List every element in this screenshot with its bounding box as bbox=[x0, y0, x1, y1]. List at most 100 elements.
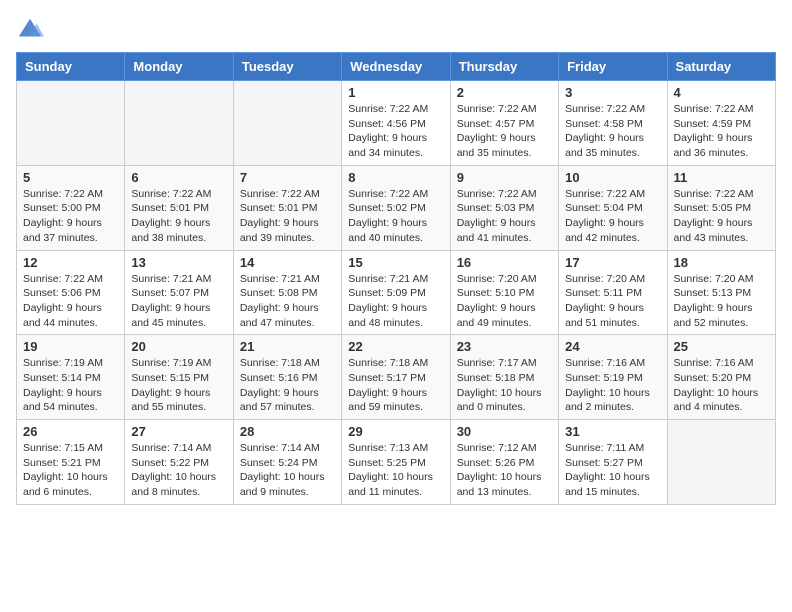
weekday-header-tuesday: Tuesday bbox=[233, 53, 341, 81]
calendar-day: 15 Sunrise: 7:21 AMSunset: 5:09 PMDayligh… bbox=[342, 250, 450, 335]
calendar-table: SundayMondayTuesdayWednesdayThursdayFrid… bbox=[16, 52, 776, 505]
calendar-day: 2Sunrise: 7:22 AMSunset: 4:57 PMDaylight… bbox=[450, 81, 558, 166]
calendar-day: 24 Sunrise: 7:16 AMSunset: 5:19 PMDayligh… bbox=[559, 335, 667, 420]
day-info: Sunrise: 7:19 AMSunset: 5:15 PMDaylight:… bbox=[131, 356, 226, 415]
calendar-day: 28Sunrise: 7:14 AMSunset: 5:24 PMDayligh… bbox=[233, 420, 341, 505]
day-info: Sunrise: 7:14 AMSunset: 5:24 PMDaylight:… bbox=[240, 441, 335, 500]
day-info: Sunrise: 7:15 AMSunset: 5:21 PMDaylight:… bbox=[23, 441, 118, 500]
calendar-day: 31Sunrise: 7:11 AMSunset: 5:27 PMDayligh… bbox=[559, 420, 667, 505]
calendar-day bbox=[233, 81, 341, 166]
day-info: Sunrise: 7:14 AMSunset: 5:22 PMDaylight:… bbox=[131, 441, 226, 500]
calendar-week-4: 19 Sunrise: 7:19 AMSunset: 5:14 PMDayligh… bbox=[17, 335, 776, 420]
day-info: Sunrise: 7:22 AMSunset: 5:04 PMDaylight:… bbox=[565, 187, 660, 246]
calendar-day: 17Sunrise: 7:20 AMSunset: 5:11 PMDayligh… bbox=[559, 250, 667, 335]
day-number: 5 bbox=[23, 170, 118, 185]
day-number: 4 bbox=[674, 85, 769, 100]
day-number: 23 bbox=[457, 339, 552, 354]
logo-icon bbox=[16, 16, 44, 44]
day-number: 10 bbox=[565, 170, 660, 185]
calendar-day bbox=[17, 81, 125, 166]
day-info: Sunrise: 7:21 AMSunset: 5:09 PMDaylight:… bbox=[348, 272, 443, 331]
calendar-day: 30Sunrise: 7:12 AMSunset: 5:26 PMDayligh… bbox=[450, 420, 558, 505]
calendar-day: 16Sunrise: 7:20 AMSunset: 5:10 PMDayligh… bbox=[450, 250, 558, 335]
day-info: Sunrise: 7:11 AMSunset: 5:27 PMDaylight:… bbox=[565, 441, 660, 500]
day-number: 1 bbox=[348, 85, 443, 100]
calendar-day: 20 Sunrise: 7:19 AMSunset: 5:15 PMDayligh… bbox=[125, 335, 233, 420]
day-info: Sunrise: 7:22 AMSunset: 5:02 PMDaylight:… bbox=[348, 187, 443, 246]
calendar-day: 4 Sunrise: 7:22 AMSunset: 4:59 PMDaylight… bbox=[667, 81, 775, 166]
calendar-day: 18 Sunrise: 7:20 AMSunset: 5:13 PMDayligh… bbox=[667, 250, 775, 335]
day-info: Sunrise: 7:22 AMSunset: 5:06 PMDaylight:… bbox=[23, 272, 118, 331]
day-number: 29 bbox=[348, 424, 443, 439]
calendar-day: 10 Sunrise: 7:22 AMSunset: 5:04 PMDayligh… bbox=[559, 165, 667, 250]
day-info: Sunrise: 7:18 AMSunset: 5:16 PMDaylight:… bbox=[240, 356, 335, 415]
day-number: 16 bbox=[457, 255, 552, 270]
day-info: Sunrise: 7:17 AMSunset: 5:18 PMDaylight:… bbox=[457, 356, 552, 415]
day-number: 15 bbox=[348, 255, 443, 270]
calendar-day: 14Sunrise: 7:21 AMSunset: 5:08 PMDayligh… bbox=[233, 250, 341, 335]
calendar-week-5: 26 Sunrise: 7:15 AMSunset: 5:21 PMDayligh… bbox=[17, 420, 776, 505]
calendar-day: 7 Sunrise: 7:22 AMSunset: 5:01 PMDaylight… bbox=[233, 165, 341, 250]
calendar-day: 6 Sunrise: 7:22 AMSunset: 5:01 PMDaylight… bbox=[125, 165, 233, 250]
day-number: 19 bbox=[23, 339, 118, 354]
calendar-day: 8 Sunrise: 7:22 AMSunset: 5:02 PMDaylight… bbox=[342, 165, 450, 250]
day-number: 17 bbox=[565, 255, 660, 270]
day-info: Sunrise: 7:18 AMSunset: 5:17 PMDaylight:… bbox=[348, 356, 443, 415]
calendar-day: 26 Sunrise: 7:15 AMSunset: 5:21 PMDayligh… bbox=[17, 420, 125, 505]
page-header bbox=[16, 16, 776, 44]
day-number: 22 bbox=[348, 339, 443, 354]
day-info: Sunrise: 7:22 AMSunset: 5:03 PMDaylight:… bbox=[457, 187, 552, 246]
calendar-day bbox=[667, 420, 775, 505]
day-info: Sunrise: 7:22 AMSunset: 4:59 PMDaylight:… bbox=[674, 102, 769, 161]
day-info: Sunrise: 7:16 AMSunset: 5:19 PMDaylight:… bbox=[565, 356, 660, 415]
weekday-header-monday: Monday bbox=[125, 53, 233, 81]
day-number: 21 bbox=[240, 339, 335, 354]
day-number: 11 bbox=[674, 170, 769, 185]
calendar-day: 11 Sunrise: 7:22 AMSunset: 5:05 PMDayligh… bbox=[667, 165, 775, 250]
calendar-day: 12 Sunrise: 7:22 AMSunset: 5:06 PMDayligh… bbox=[17, 250, 125, 335]
calendar-day: 5 Sunrise: 7:22 AMSunset: 5:00 PMDaylight… bbox=[17, 165, 125, 250]
weekday-header-sunday: Sunday bbox=[17, 53, 125, 81]
day-number: 12 bbox=[23, 255, 118, 270]
day-number: 7 bbox=[240, 170, 335, 185]
day-number: 18 bbox=[674, 255, 769, 270]
calendar-week-2: 5 Sunrise: 7:22 AMSunset: 5:00 PMDaylight… bbox=[17, 165, 776, 250]
day-info: Sunrise: 7:22 AMSunset: 4:56 PMDaylight:… bbox=[348, 102, 443, 161]
day-number: 2 bbox=[457, 85, 552, 100]
calendar-day: 9Sunrise: 7:22 AMSunset: 5:03 PMDaylight… bbox=[450, 165, 558, 250]
calendar-day: 21 Sunrise: 7:18 AMSunset: 5:16 PMDayligh… bbox=[233, 335, 341, 420]
calendar-day: 22 Sunrise: 7:18 AMSunset: 5:17 PMDayligh… bbox=[342, 335, 450, 420]
weekday-header-thursday: Thursday bbox=[450, 53, 558, 81]
day-number: 14 bbox=[240, 255, 335, 270]
calendar-day: 23 Sunrise: 7:17 AMSunset: 5:18 PMDayligh… bbox=[450, 335, 558, 420]
day-info: Sunrise: 7:22 AMSunset: 5:01 PMDaylight:… bbox=[131, 187, 226, 246]
weekday-header-row: SundayMondayTuesdayWednesdayThursdayFrid… bbox=[17, 53, 776, 81]
calendar-day: 1 Sunrise: 7:22 AMSunset: 4:56 PMDaylight… bbox=[342, 81, 450, 166]
day-info: Sunrise: 7:20 AMSunset: 5:13 PMDaylight:… bbox=[674, 272, 769, 331]
day-info: Sunrise: 7:21 AMSunset: 5:07 PMDaylight:… bbox=[131, 272, 226, 331]
weekday-header-wednesday: Wednesday bbox=[342, 53, 450, 81]
day-number: 3 bbox=[565, 85, 660, 100]
day-number: 24 bbox=[565, 339, 660, 354]
day-info: Sunrise: 7:16 AMSunset: 5:20 PMDaylight:… bbox=[674, 356, 769, 415]
calendar-day: 29 Sunrise: 7:13 AMSunset: 5:25 PMDayligh… bbox=[342, 420, 450, 505]
logo bbox=[16, 16, 48, 44]
calendar-week-3: 12 Sunrise: 7:22 AMSunset: 5:06 PMDayligh… bbox=[17, 250, 776, 335]
day-number: 25 bbox=[674, 339, 769, 354]
day-number: 26 bbox=[23, 424, 118, 439]
day-number: 6 bbox=[131, 170, 226, 185]
day-info: Sunrise: 7:13 AMSunset: 5:25 PMDaylight:… bbox=[348, 441, 443, 500]
weekday-header-saturday: Saturday bbox=[667, 53, 775, 81]
day-number: 13 bbox=[131, 255, 226, 270]
day-number: 8 bbox=[348, 170, 443, 185]
day-number: 20 bbox=[131, 339, 226, 354]
day-info: Sunrise: 7:22 AMSunset: 5:05 PMDaylight:… bbox=[674, 187, 769, 246]
calendar-day: 19 Sunrise: 7:19 AMSunset: 5:14 PMDayligh… bbox=[17, 335, 125, 420]
day-info: Sunrise: 7:22 AMSunset: 5:00 PMDaylight:… bbox=[23, 187, 118, 246]
day-number: 27 bbox=[131, 424, 226, 439]
day-info: Sunrise: 7:22 AMSunset: 5:01 PMDaylight:… bbox=[240, 187, 335, 246]
calendar-day: 27 Sunrise: 7:14 AMSunset: 5:22 PMDayligh… bbox=[125, 420, 233, 505]
calendar-day: 13 Sunrise: 7:21 AMSunset: 5:07 PMDayligh… bbox=[125, 250, 233, 335]
day-number: 30 bbox=[457, 424, 552, 439]
day-info: Sunrise: 7:19 AMSunset: 5:14 PMDaylight:… bbox=[23, 356, 118, 415]
